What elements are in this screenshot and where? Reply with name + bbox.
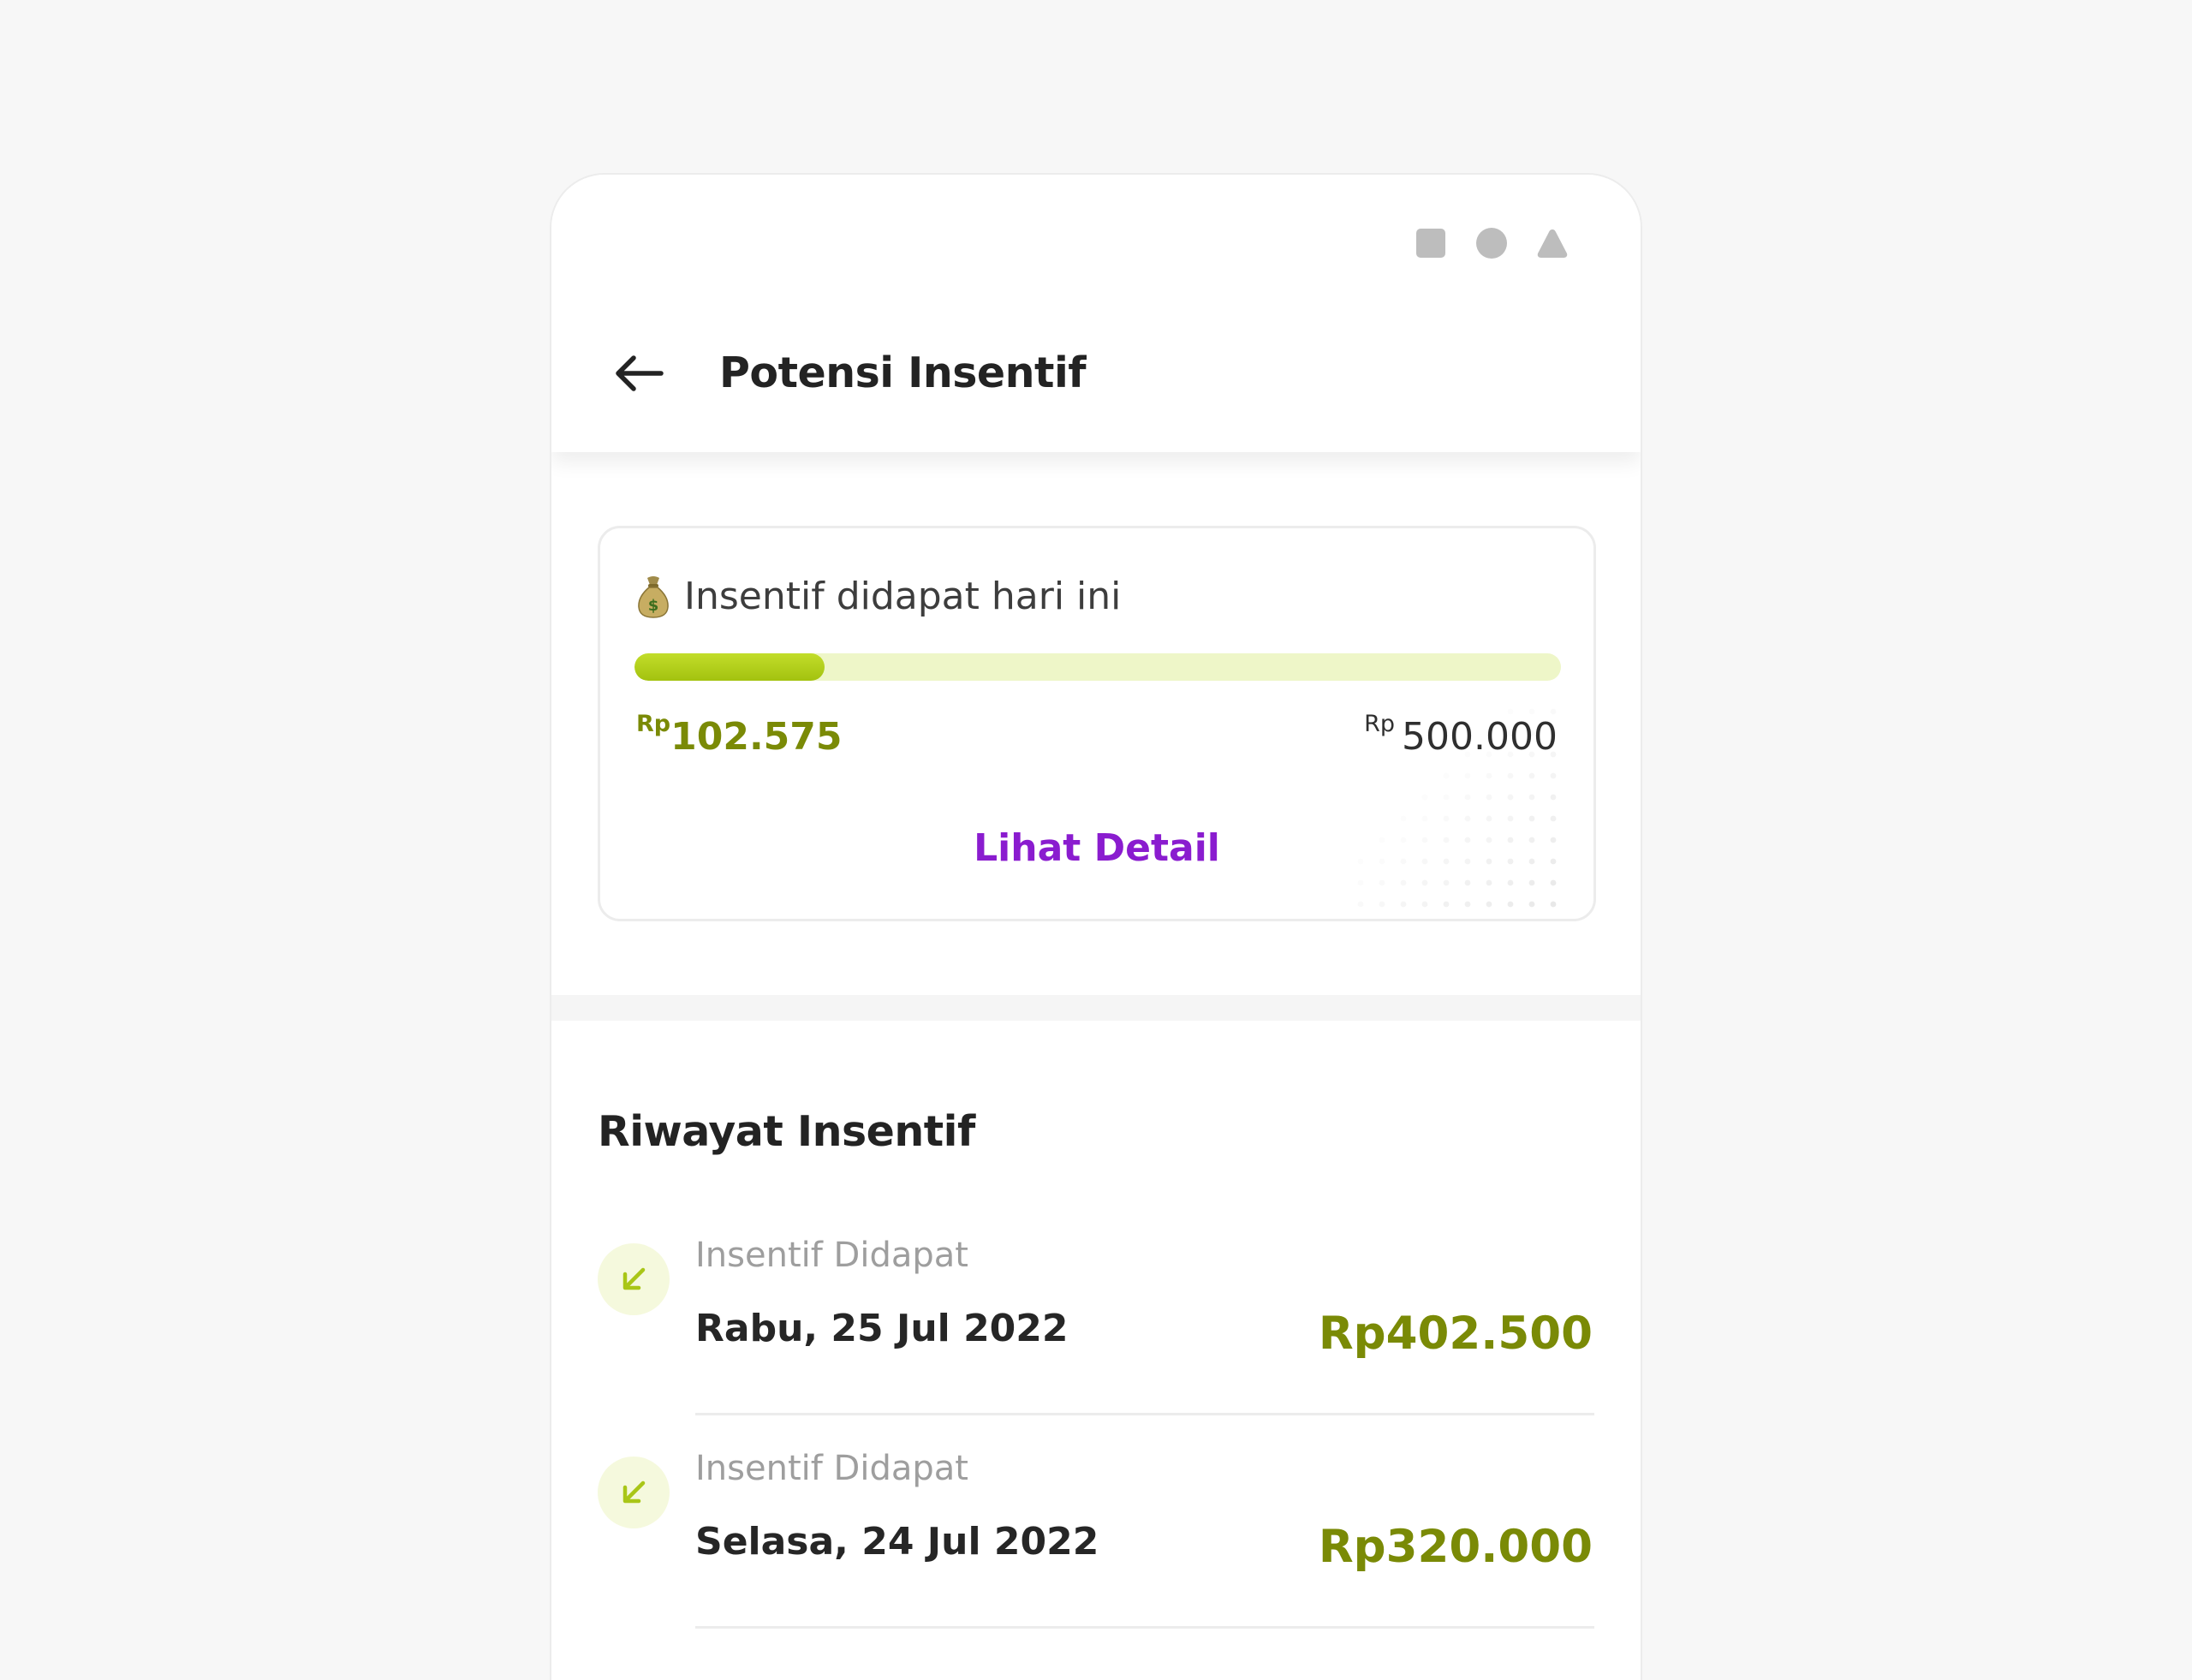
target-amount-value: 500.000 (1402, 715, 1558, 759)
incentive-progress-bar (634, 653, 1561, 681)
history-item-date: Selasa, 24 Jul 2022 (695, 1520, 1099, 1564)
back-button[interactable] (603, 337, 675, 409)
triangle-icon (1537, 229, 1568, 258)
currency-label: Rp (1364, 711, 1396, 737)
currency-label: Rp (636, 711, 671, 737)
history-item-amount: Rp320.000 (1318, 1521, 1593, 1573)
divider (695, 1413, 1594, 1415)
incoming-icon (598, 1457, 670, 1528)
history-list: Insentif Didapat Rabu, 25 Jul 2022 Rp402… (551, 1231, 1641, 1658)
progress-fill (634, 653, 825, 681)
history-item-date: Rabu, 25 Jul 2022 (695, 1307, 1069, 1350)
status-bar (1416, 228, 1569, 259)
money-bag-icon: $ (638, 576, 669, 618)
section-divider (551, 995, 1641, 1021)
today-incentive-card: $ Insentif didapat hari ini Rp 102.575 R… (598, 526, 1596, 921)
current-amount: Rp 102.575 (636, 710, 843, 765)
arrow-left-icon (616, 355, 664, 391)
history-title: Riwayat Insentif (598, 1107, 975, 1156)
history-item-label: Insentif Didapat (695, 1449, 968, 1488)
page-title: Potensi Insentif (719, 349, 1087, 397)
app-bar: Potensi Insentif (551, 175, 1641, 452)
svg-text:$: $ (648, 597, 659, 615)
card-title: Insentif didapat hari ini (684, 575, 1122, 618)
view-detail-link[interactable]: Lihat Detail (600, 823, 1593, 874)
card-header: $ Insentif didapat hari ini (636, 571, 1121, 623)
target-amount: Rp 500.000 (1364, 710, 1558, 765)
arrow-down-left-icon (622, 1267, 646, 1290)
circle-icon (1476, 228, 1507, 259)
incoming-icon (598, 1243, 670, 1315)
history-item[interactable]: Insentif Didapat Rabu, 25 Jul 2022 Rp402… (551, 1231, 1641, 1445)
divider (695, 1626, 1594, 1629)
history-item-amount: Rp402.500 (1318, 1308, 1593, 1360)
history-item[interactable]: Insentif Didapat Selasa, 24 Jul 2022 Rp3… (551, 1445, 1641, 1658)
current-amount-value: 102.575 (670, 715, 843, 759)
square-icon (1416, 229, 1445, 258)
history-item-label: Insentif Didapat (695, 1236, 968, 1275)
phone-screen: Potensi Insentif $ Insentif didapat hari… (550, 173, 1642, 1680)
arrow-down-left-icon (622, 1480, 646, 1504)
